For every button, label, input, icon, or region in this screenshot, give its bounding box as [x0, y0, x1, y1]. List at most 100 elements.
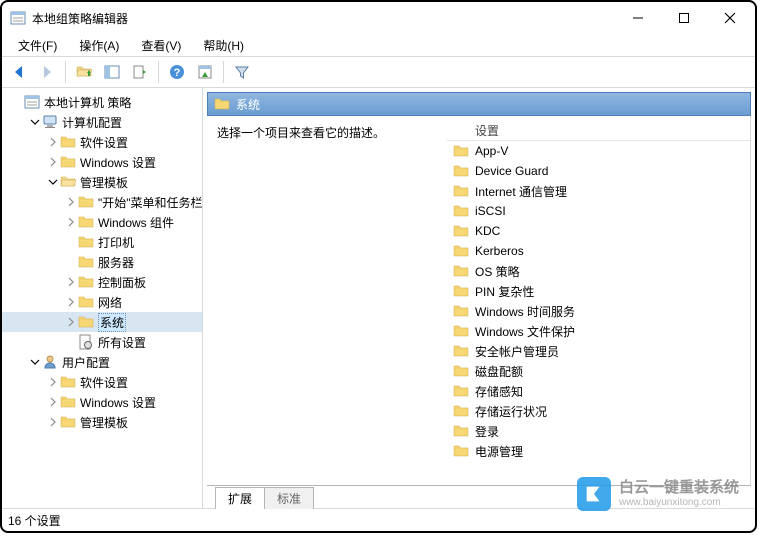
menu-view[interactable]: 查看(V)	[131, 35, 191, 56]
folder-icon	[214, 96, 230, 112]
expand-toggle[interactable]	[46, 155, 60, 169]
list-item[interactable]: 设置	[447, 120, 750, 141]
folder-icon	[78, 274, 94, 290]
tree-label: 所有设置	[98, 334, 146, 351]
list-item[interactable]: App-V	[447, 141, 750, 161]
expand-toggle[interactable]	[64, 315, 78, 329]
folder-icon	[453, 363, 469, 379]
up-button[interactable]	[71, 59, 97, 85]
minimize-button[interactable]	[615, 4, 661, 32]
status-text: 16 个设置	[8, 512, 61, 529]
list-item[interactable]: 安全帐户管理员	[447, 341, 750, 361]
back-button[interactable]	[6, 59, 32, 85]
forward-button[interactable]	[34, 59, 60, 85]
list-item[interactable]: PIN 复杂性	[447, 281, 750, 301]
list-item-label: iSCSI	[475, 204, 506, 218]
expand-toggle[interactable]	[46, 375, 60, 389]
list-item[interactable]: Kerberos	[447, 241, 750, 261]
expand-toggle[interactable]	[46, 135, 60, 149]
list-item[interactable]: Windows 时间服务	[447, 301, 750, 321]
tree-network[interactable]: 网络	[2, 292, 202, 312]
tree-computer-config[interactable]: 计算机配置	[2, 112, 202, 132]
expand-toggle[interactable]	[28, 115, 42, 129]
help-button[interactable]: ?	[164, 59, 190, 85]
tree-user-config[interactable]: 用户配置	[2, 352, 202, 372]
tree-u-software-settings[interactable]: 软件设置	[2, 372, 202, 392]
tab-extended[interactable]: 扩展	[215, 487, 265, 509]
tree-u-windows-settings[interactable]: Windows 设置	[2, 392, 202, 412]
expand-toggle[interactable]	[64, 195, 78, 209]
list-item-label: App-V	[475, 144, 508, 158]
menu-file[interactable]: 文件(F)	[8, 35, 67, 56]
list-item[interactable]: 电源管理	[447, 441, 750, 461]
tree-software-settings[interactable]: 软件设置	[2, 132, 202, 152]
tree-windows-components[interactable]: Windows 组件	[2, 212, 202, 232]
tree-servers[interactable]: 服务器	[2, 252, 202, 272]
list-item-label: Kerberos	[475, 244, 524, 258]
tree-root[interactable]: 本地计算机 策略	[2, 92, 202, 112]
expand-toggle[interactable]	[28, 355, 42, 369]
folder-icon	[78, 214, 94, 230]
close-button[interactable]	[707, 4, 753, 32]
body: 本地计算机 策略 计算机配置 软件设置 Windows 设置 管理模板	[2, 88, 755, 508]
list-item[interactable]: iSCSI	[447, 201, 750, 221]
folder-icon	[453, 283, 469, 299]
item-list[interactable]: 设置 App-V Device Guard Internet 通信管理 iSCSI KDC…	[447, 116, 750, 485]
content-header: 系统	[207, 92, 751, 116]
tree-label: Windows 设置	[80, 394, 156, 411]
window-title: 本地组策略编辑器	[32, 10, 128, 27]
folder-icon	[453, 263, 469, 279]
tree-all-settings[interactable]: 所有设置	[2, 332, 202, 352]
tree-label: 打印机	[98, 234, 134, 251]
tree-system[interactable]: 系统	[2, 312, 202, 332]
list-item-label: Device Guard	[475, 164, 548, 178]
list-item[interactable]: Windows 文件保护	[447, 321, 750, 341]
tree-label: 计算机配置	[62, 114, 122, 131]
list-item[interactable]: KDC	[447, 221, 750, 241]
tree-label: 软件设置	[80, 374, 128, 391]
list-item-label: KDC	[475, 224, 500, 238]
tree-label: 控制面板	[98, 274, 146, 291]
tree-printers[interactable]: 打印机	[2, 232, 202, 252]
gear-doc-icon	[78, 334, 94, 350]
tree-start-taskbar[interactable]: "开始"菜单和任务栏	[2, 192, 202, 212]
expand-toggle[interactable]	[46, 395, 60, 409]
list-item[interactable]: OS 策略	[447, 261, 750, 281]
list-header-label: 设置	[475, 122, 499, 139]
list-item[interactable]: 存储感知	[447, 381, 750, 401]
list-item[interactable]: Device Guard	[447, 161, 750, 181]
tab-standard[interactable]: 标准	[264, 487, 314, 509]
properties-button[interactable]	[192, 59, 218, 85]
list-item-label: 安全帐户管理员	[475, 343, 559, 360]
expand-toggle[interactable]	[64, 215, 78, 229]
folder-icon	[78, 254, 94, 270]
app-icon	[10, 10, 26, 26]
list-item[interactable]: 存储运行状况	[447, 401, 750, 421]
expand-toggle[interactable]	[64, 295, 78, 309]
list-item-label: PIN 复杂性	[475, 283, 534, 300]
list-item[interactable]: Internet 通信管理	[447, 181, 750, 201]
tree-windows-settings[interactable]: Windows 设置	[2, 152, 202, 172]
show-hide-tree-button[interactable]	[99, 59, 125, 85]
tree-u-admin-templates[interactable]: 管理模板	[2, 412, 202, 432]
menu-help[interactable]: 帮助(H)	[193, 35, 254, 56]
folder-icon	[60, 374, 76, 390]
tree-pane[interactable]: 本地计算机 策略 计算机配置 软件设置 Windows 设置 管理模板	[2, 88, 203, 508]
folder-icon	[453, 423, 469, 439]
list-item[interactable]: 登录	[447, 421, 750, 441]
policy-root-icon	[24, 94, 40, 110]
filter-button[interactable]	[229, 59, 255, 85]
folder-icon	[453, 223, 469, 239]
export-list-button[interactable]	[127, 59, 153, 85]
tree-admin-templates[interactable]: 管理模板	[2, 172, 202, 192]
list-item[interactable]: 磁盘配额	[447, 361, 750, 381]
folder-icon	[453, 343, 469, 359]
tree-label: 软件设置	[80, 134, 128, 151]
maximize-button[interactable]	[661, 4, 707, 32]
menu-action[interactable]: 操作(A)	[69, 35, 129, 56]
tree-label: 管理模板	[80, 414, 128, 431]
expand-toggle[interactable]	[64, 275, 78, 289]
expand-toggle[interactable]	[46, 415, 60, 429]
tree-control-panel[interactable]: 控制面板	[2, 272, 202, 292]
expand-toggle[interactable]	[46, 175, 60, 189]
